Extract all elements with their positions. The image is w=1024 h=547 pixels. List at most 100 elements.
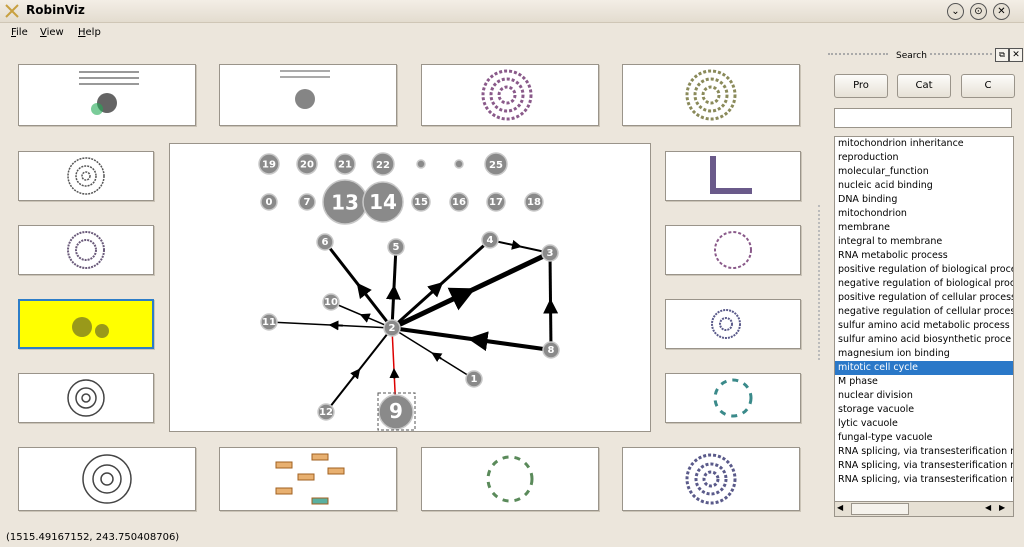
graph-node[interactable]: 7 (298, 193, 316, 211)
graph-thumbnail-1[interactable] (18, 64, 196, 126)
graph-thumbnail-13[interactable] (18, 447, 196, 511)
graph-node[interactable]: 2 (383, 319, 401, 337)
minimize-button[interactable]: ⌄ (947, 3, 964, 20)
graph-node[interactable]: 1 (465, 370, 483, 388)
graph-thumbnail-12[interactable] (665, 373, 801, 423)
search-panel: Search ⧉ ✕ Pro Cat C mitochondrion inher… (822, 44, 1024, 524)
term-list-item[interactable]: mitotic cell cycle (835, 361, 1013, 375)
term-list-item[interactable]: negative regulation of biological proce (835, 277, 1013, 291)
close-button[interactable]: ✕ (993, 3, 1010, 20)
term-list-item[interactable]: mitochondrion inheritance (835, 137, 1013, 151)
graph-node[interactable]: 20 (296, 153, 318, 175)
term-list-item[interactable]: M phase (835, 375, 1013, 389)
graph-node[interactable]: 19 (258, 153, 280, 175)
panel-grip-right[interactable] (930, 53, 992, 59)
graph-node[interactable]: 17 (486, 192, 506, 212)
panel-grip-left[interactable] (828, 53, 888, 59)
graph-node[interactable]: 18 (524, 192, 544, 212)
term-list-item[interactable]: magnesium ion binding (835, 347, 1013, 361)
term-list-item[interactable]: sulfur amino acid biosynthetic proce (835, 333, 1013, 347)
graph-node[interactable]: 15 (411, 192, 431, 212)
term-list-item[interactable]: DNA binding (835, 193, 1013, 207)
menu-view[interactable]: View (40, 27, 64, 38)
graph-node-label: 22 (376, 160, 390, 171)
scroll-right-arrow[interactable]: ▶ (999, 503, 1009, 513)
graph-thumbnail-15[interactable] (421, 447, 599, 511)
term-list-item[interactable]: mitochondrion (835, 207, 1013, 221)
close-panel-icon[interactable]: ✕ (1009, 48, 1023, 62)
graph-node[interactable]: 21 (334, 153, 356, 175)
term-list-item[interactable]: reproduction (835, 151, 1013, 165)
graph-node[interactable] (416, 159, 426, 169)
graph-thumbnail-14[interactable] (219, 447, 397, 511)
graph-thumbnail-11[interactable] (665, 299, 801, 349)
graph-node[interactable]: 14 (362, 181, 404, 223)
graph-node[interactable]: 5 (387, 238, 405, 256)
graph-thumbnail-7-selected[interactable] (18, 299, 154, 349)
graph-node[interactable]: 9 (378, 394, 414, 430)
graph-edge-arrow (431, 352, 443, 362)
term-list-item[interactable]: nuclear division (835, 389, 1013, 403)
graph-edge-arrow (359, 313, 371, 323)
graph-node[interactable]: 8 (542, 341, 560, 359)
graph-edge-arrow (447, 287, 476, 311)
term-list-item[interactable]: positive regulation of cellular process (835, 291, 1013, 305)
main-graph-view[interactable]: 19 20 21 22 25 0 7 13 14 15 16 17 18 6 5 4 3 10 11 2 8 1 12 9 (169, 143, 651, 432)
term-list-item[interactable]: integral to membrane (835, 235, 1013, 249)
main-graph-canvas[interactable]: 19 20 21 22 250 7 13 14 15 16 17 186 543101128112 9 (170, 144, 650, 431)
window-title: RobinViz (26, 3, 85, 17)
graph-node[interactable]: 10 (322, 293, 340, 311)
graph-node[interactable]: 16 (449, 192, 469, 212)
term-list-item[interactable]: positive regulation of biological proce (835, 263, 1013, 277)
pro-button[interactable]: Pro (834, 74, 888, 98)
graph-node[interactable]: 25 (484, 152, 508, 176)
search-input[interactable] (834, 108, 1012, 128)
graph-node[interactable]: 13 (322, 179, 368, 225)
graph-thumbnail-3[interactable] (421, 64, 599, 126)
graph-thumbnail-8[interactable] (18, 373, 154, 423)
menu-help[interactable]: Help (78, 27, 101, 38)
graph-thumbnail-6[interactable] (18, 225, 154, 275)
scroll-left-arrow[interactable]: ◀ (837, 503, 847, 513)
graph-node-label: 21 (338, 160, 352, 171)
graph-node[interactable]: 22 (371, 152, 395, 176)
graph-node[interactable]: 11 (260, 313, 278, 331)
cat-button[interactable]: Cat (897, 74, 951, 98)
menu-file[interactable]: File (11, 27, 28, 38)
maximize-button[interactable]: ⊙ (970, 3, 987, 20)
term-list-item[interactable]: lytic vacuole (835, 417, 1013, 431)
float-panel-icon[interactable]: ⧉ (995, 48, 1009, 62)
term-list-item[interactable]: sulfur amino acid metabolic process (835, 319, 1013, 333)
graph-thumbnail-10[interactable] (665, 225, 801, 275)
term-list-item[interactable]: fungal-type vacuole (835, 431, 1013, 445)
graph-thumbnail-16[interactable] (622, 447, 800, 511)
graph-thumbnail-9[interactable] (665, 151, 801, 201)
term-list-item[interactable]: nucleic acid binding (835, 179, 1013, 193)
term-list-item[interactable]: negative regulation of cellular process (835, 305, 1013, 319)
graph-edge-arrow (350, 368, 361, 380)
graph-thumbnail-2[interactable] (219, 64, 397, 126)
graph-node[interactable]: 12 (317, 403, 335, 421)
term-list-item[interactable]: molecular_function (835, 165, 1013, 179)
graph-node[interactable]: 6 (316, 233, 334, 251)
term-list-item[interactable]: RNA metabolic process (835, 249, 1013, 263)
c-button[interactable]: C (961, 74, 1015, 98)
graph-node-label: 19 (262, 160, 276, 171)
graph-node[interactable]: 3 (541, 244, 559, 262)
scroll-left-arrow-2[interactable]: ◀ (985, 503, 995, 513)
graph-node-label: 9 (389, 399, 403, 423)
term-list-item[interactable]: storage vacuole (835, 403, 1013, 417)
graph-thumbnail-5[interactable] (18, 151, 154, 201)
graph-node[interactable]: 0 (260, 193, 278, 211)
scroll-thumb[interactable] (851, 503, 909, 515)
term-list-item[interactable]: RNA splicing, via transesterification r (835, 473, 1013, 487)
term-list[interactable]: mitochondrion inheritance reproduction mol… (834, 136, 1014, 503)
list-horizontal-scrollbar[interactable]: ◀ ◀ ▶ (834, 501, 1014, 517)
graph-thumbnail-4[interactable] (622, 64, 800, 126)
term-list-item[interactable]: RNA splicing, via transesterification r (835, 445, 1013, 459)
panel-resize-grip[interactable] (818, 205, 824, 360)
graph-node[interactable] (454, 159, 464, 169)
graph-node[interactable]: 4 (481, 231, 499, 249)
term-list-item[interactable]: RNA splicing, via transesterification r (835, 459, 1013, 473)
term-list-item[interactable]: membrane (835, 221, 1013, 235)
